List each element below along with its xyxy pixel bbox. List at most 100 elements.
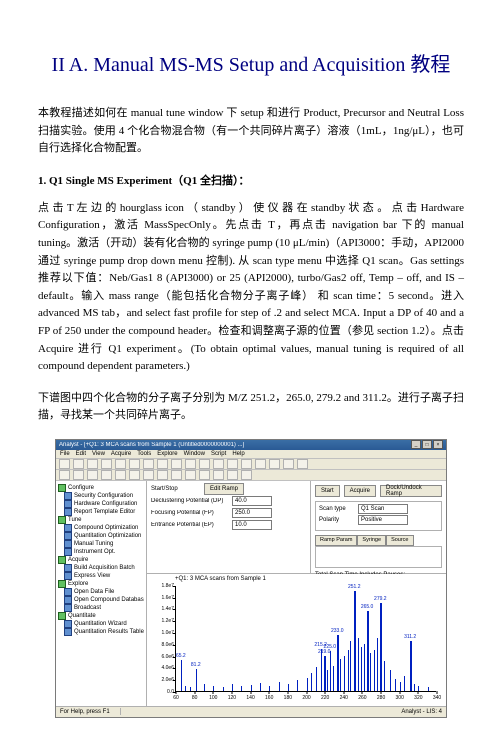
analyst-app-window: Analyst - [+Q1: 3 MCA scans from Sample …	[55, 439, 447, 718]
toolbar-button[interactable]	[157, 470, 168, 480]
menu-window[interactable]: Window	[184, 451, 205, 457]
toolbar-button[interactable]	[241, 459, 252, 469]
toolbar-button[interactable]	[59, 470, 70, 480]
tree-item-label: Quantitation Optimization	[74, 533, 141, 539]
tree-item[interactable]: Open Data File	[58, 588, 144, 596]
toolbar-button[interactable]	[199, 459, 210, 469]
tree-item-label: Report Template Editor	[74, 509, 135, 515]
toolbar-button[interactable]	[143, 470, 154, 480]
menu-help[interactable]: Help	[232, 451, 244, 457]
scan-type-select[interactable]: Q1 Scan	[358, 504, 408, 514]
toolbar-button[interactable]	[297, 459, 308, 469]
tree-item[interactable]: Quantitate	[58, 612, 144, 620]
param-input[interactable]: 10.0	[232, 520, 272, 530]
toolbar-button[interactable]	[227, 459, 238, 469]
tree-item-label: Acquire	[68, 557, 88, 563]
toolbar-button[interactable]	[115, 459, 126, 469]
toolbar-button[interactable]	[73, 459, 84, 469]
spectrum-peak	[390, 670, 391, 691]
menu-acquire[interactable]: Acquire	[111, 451, 131, 457]
toolbar-button[interactable]	[213, 459, 224, 469]
tree-item-label: Express View	[74, 573, 110, 579]
tree-item[interactable]: Build Acquisition Batch	[58, 564, 144, 572]
toolbar-button[interactable]	[241, 470, 252, 480]
toolbar-button[interactable]	[255, 459, 266, 469]
toolbar-button[interactable]	[185, 470, 196, 480]
toolbar-button[interactable]	[87, 470, 98, 480]
tree-item[interactable]: Hardware Configuration	[58, 500, 144, 508]
toolbar-button[interactable]	[213, 470, 224, 480]
tree-item[interactable]: Broadcast	[58, 604, 144, 612]
tree-item[interactable]: Acquire	[58, 556, 144, 564]
tree-item[interactable]: Compound Optimization	[58, 524, 144, 532]
edit-ramp-button[interactable]: Edit Ramp	[204, 483, 244, 495]
toolbar-button[interactable]	[199, 470, 210, 480]
tree-item[interactable]: Quantitation Wizard	[58, 620, 144, 628]
tree-item[interactable]: Configure	[58, 484, 144, 492]
toolbar-button[interactable]	[157, 459, 168, 469]
toolbar-button[interactable]	[185, 459, 196, 469]
menu-script[interactable]: Script	[211, 451, 226, 457]
menu-bar[interactable]: File Edit View Acquire Tools Explore Window Scr…	[56, 450, 446, 459]
menu-tools[interactable]: Tools	[137, 451, 151, 457]
folder-icon	[58, 556, 66, 564]
toolbar-button[interactable]	[87, 459, 98, 469]
tree-item[interactable]: Tune	[58, 516, 144, 524]
tree-item[interactable]: Express View	[58, 572, 144, 580]
tab-ramp-param[interactable]: Ramp Param	[315, 535, 357, 546]
param-input[interactable]: 250.0	[232, 508, 272, 518]
folder-icon	[64, 540, 72, 548]
menu-explore[interactable]: Explore	[157, 451, 177, 457]
spectrum-peak	[348, 650, 349, 691]
close-button[interactable]: ×	[433, 440, 443, 449]
menu-view[interactable]: View	[92, 451, 105, 457]
mass-spectrum-chart[interactable]: +Q1: 3 MCA scans from Sample 1 0.02.0e64…	[147, 574, 446, 706]
toolbar-button[interactable]	[101, 470, 112, 480]
toolbar-button[interactable]	[73, 470, 84, 480]
window-titlebar[interactable]: Analyst - [+Q1: 3 MCA scans from Sample …	[56, 440, 446, 450]
x-tick-label: 80	[192, 695, 198, 701]
tree-item[interactable]: Manual Tuning	[58, 540, 144, 548]
toolbar-button[interactable]	[171, 459, 182, 469]
tree-item[interactable]: Quantitation Optimization	[58, 532, 144, 540]
toolbar-button[interactable]	[269, 459, 280, 469]
toolbar-1[interactable]	[56, 459, 446, 470]
tree-item[interactable]: Security Configuration	[58, 492, 144, 500]
toolbar-button[interactable]	[143, 459, 154, 469]
toolbar-button[interactable]	[227, 470, 238, 480]
polarity-select[interactable]: Positive	[358, 515, 408, 525]
minimize-button[interactable]: _	[411, 440, 421, 449]
toolbar-2[interactable]	[56, 470, 446, 481]
toolbar-button[interactable]	[101, 459, 112, 469]
dock-undock-ramp-button[interactable]: Dock/Undock Ramp	[380, 485, 442, 497]
param-input[interactable]: 40.0	[232, 496, 272, 506]
x-tick-label: 140	[246, 695, 254, 701]
toolbar-button[interactable]	[115, 470, 126, 480]
tree-item[interactable]: Instrument Opt.	[58, 548, 144, 556]
tree-item[interactable]: Explore	[58, 580, 144, 588]
param-row: Declustering Potential (DP)40.0	[151, 497, 306, 506]
toolbar-button[interactable]	[129, 470, 140, 480]
toolbar-button[interactable]	[59, 459, 70, 469]
tab-source[interactable]: Source	[386, 535, 413, 546]
acquire-button[interactable]: Acquire	[344, 485, 376, 497]
toolbar-button[interactable]	[283, 459, 294, 469]
toolbar-button[interactable]	[129, 459, 140, 469]
page-title: II A. Manual MS-MS Setup and Acquisition…	[38, 48, 464, 77]
x-tick-label: 160	[265, 695, 273, 701]
y-tick-label: 6.0e6	[156, 654, 174, 660]
tree-item[interactable]: Quantitation Results Table	[58, 628, 144, 636]
menu-file[interactable]: File	[60, 451, 70, 457]
menu-edit[interactable]: Edit	[76, 451, 86, 457]
maximize-button[interactable]: □	[422, 440, 432, 449]
tab-syringe[interactable]: Syringe	[357, 535, 386, 546]
spectrum-peak	[269, 686, 270, 691]
tree-item[interactable]: Report Template Editor	[58, 508, 144, 516]
spectrum-peak	[190, 687, 191, 691]
toolbar-button[interactable]	[171, 470, 182, 480]
navigation-tree[interactable]: ConfigureSecurity ConfigurationHardware …	[56, 481, 147, 706]
tree-item[interactable]: Open Compound Database	[58, 596, 144, 604]
start-button[interactable]: Start	[315, 485, 340, 497]
spectrum-peak	[384, 661, 385, 690]
spectrum-peak-major	[330, 651, 332, 691]
